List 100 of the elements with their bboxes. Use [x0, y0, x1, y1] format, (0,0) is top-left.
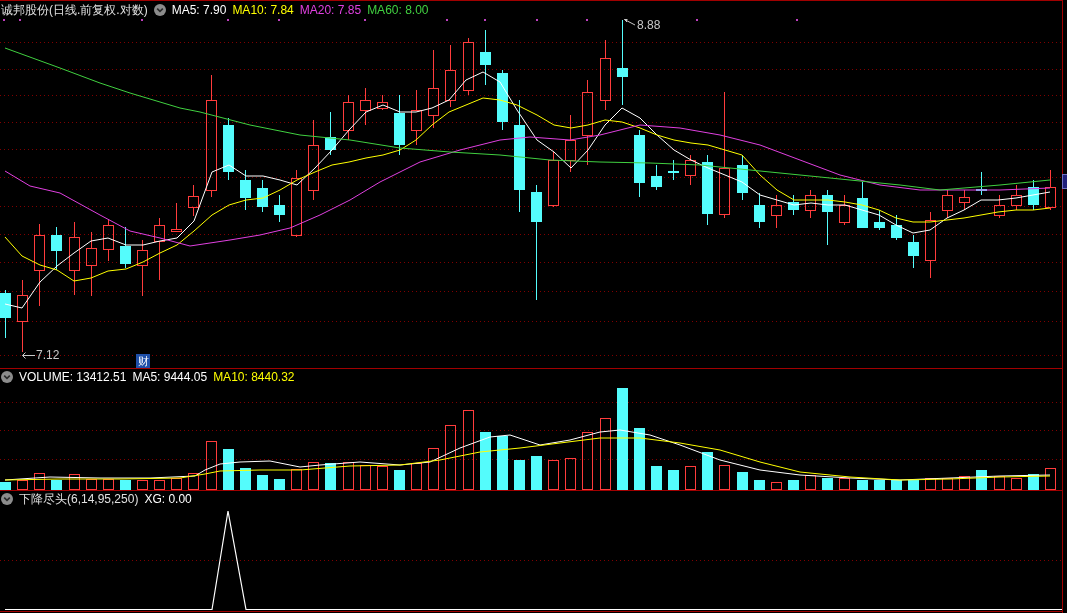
- volume-bar: [103, 479, 114, 490]
- candle: [702, 154, 713, 226]
- volume-bar: [600, 418, 611, 490]
- candle: [857, 181, 868, 229]
- volume-bar: [240, 468, 251, 490]
- candle: [223, 117, 234, 181]
- candle: [1045, 169, 1056, 211]
- indicator-value: MA5: 7.90: [171, 2, 227, 17]
- indicator-value: MA10: 7.84: [232, 2, 294, 17]
- price-tag: [1062, 174, 1067, 189]
- volume-bar: [154, 480, 165, 490]
- candle: [171, 202, 182, 232]
- volume-bar: [531, 456, 542, 490]
- candle: [120, 226, 131, 269]
- candle: [908, 234, 919, 269]
- volume-bar: [805, 475, 816, 490]
- volume-bar: [0, 482, 11, 490]
- volume-bar: [137, 480, 148, 490]
- volume-bar: [497, 436, 508, 490]
- candle: [771, 194, 782, 229]
- indicator-value: MA10: 8440.32: [213, 370, 295, 384]
- volume-bar: [994, 476, 1005, 490]
- candle: [0, 289, 11, 339]
- candle: [51, 226, 62, 271]
- candle: [137, 239, 148, 297]
- volume-bar: [874, 480, 885, 490]
- candle: [463, 37, 474, 96]
- candle: [154, 217, 165, 281]
- volume-bar: [651, 466, 662, 490]
- price-label: 7.12: [36, 349, 60, 362]
- candle: [377, 94, 388, 111]
- volume-bar: [325, 463, 336, 490]
- candle: [685, 154, 696, 186]
- volume-bar: [634, 428, 645, 490]
- indicator-value: XG: 0.00: [144, 491, 192, 506]
- candle: [822, 189, 833, 246]
- candle: [360, 87, 371, 126]
- indicator-value: MA20: 7.85: [299, 2, 362, 17]
- indicator-title: 下降尽头(6,14,95,250): [19, 491, 139, 506]
- volume-bar: [206, 441, 217, 490]
- candle: [839, 194, 850, 226]
- candle: [891, 214, 902, 241]
- volume-bar: [976, 470, 987, 490]
- info-badge[interactable]: 财: [136, 354, 150, 368]
- candle: [497, 69, 508, 131]
- candle: [788, 194, 799, 216]
- volume-bar: [1028, 474, 1039, 490]
- volume-bar: [908, 480, 919, 490]
- volume-bar: [291, 469, 302, 490]
- volume-bar: [771, 482, 782, 490]
- indicator-value: MA60: 8.00: [367, 2, 429, 17]
- candle: [942, 189, 953, 219]
- candle: [925, 211, 936, 279]
- volume-bar: [188, 473, 199, 490]
- volume-bar: [480, 432, 491, 490]
- indicator-value: MA5: 9444.05: [132, 370, 208, 384]
- candle: [325, 111, 336, 156]
- price-label: 8.88: [637, 19, 661, 32]
- candle: [600, 39, 611, 111]
- candle: [291, 169, 302, 238]
- volume-bar: [445, 425, 456, 490]
- candle: [994, 194, 1005, 219]
- candle: [548, 151, 559, 208]
- candle: [754, 192, 765, 229]
- volume-bar: [565, 458, 576, 490]
- candle: [480, 29, 491, 86]
- volume-bar: [668, 470, 679, 490]
- volume-bar: [69, 474, 80, 490]
- dropdown-icon[interactable]: [1, 371, 13, 383]
- candle: [1011, 184, 1022, 211]
- volume-bar: [411, 463, 422, 490]
- dropdown-icon[interactable]: [1, 492, 13, 505]
- volume-bar: [839, 478, 850, 490]
- volume-bar: [120, 480, 131, 490]
- candle: [274, 194, 285, 223]
- volume-bar: [959, 476, 970, 490]
- volume-bar: [822, 478, 833, 490]
- volume-bar: [582, 432, 593, 490]
- volume-bar: [34, 473, 45, 490]
- candle: [737, 154, 748, 201]
- dropdown-icon[interactable]: [153, 3, 166, 16]
- candle: [565, 114, 576, 173]
- volume-bar: [86, 479, 97, 490]
- candle: [445, 44, 456, 108]
- volume-bar: [308, 462, 319, 490]
- volume-bar: [702, 452, 713, 490]
- candle: [240, 169, 251, 211]
- candle: [874, 209, 885, 231]
- volume-bar: [377, 466, 388, 490]
- arrow-icon: [624, 19, 636, 27]
- volume-bar: [171, 478, 182, 490]
- volume-bar: [942, 478, 953, 490]
- candle: [634, 129, 645, 198]
- volume-bar: [857, 480, 868, 490]
- candle: [668, 159, 679, 181]
- volume-bar: [428, 448, 439, 490]
- volume-bar: [891, 480, 902, 490]
- volume-bar: [548, 460, 559, 490]
- candle: [257, 179, 268, 213]
- volume-bar: [737, 472, 748, 490]
